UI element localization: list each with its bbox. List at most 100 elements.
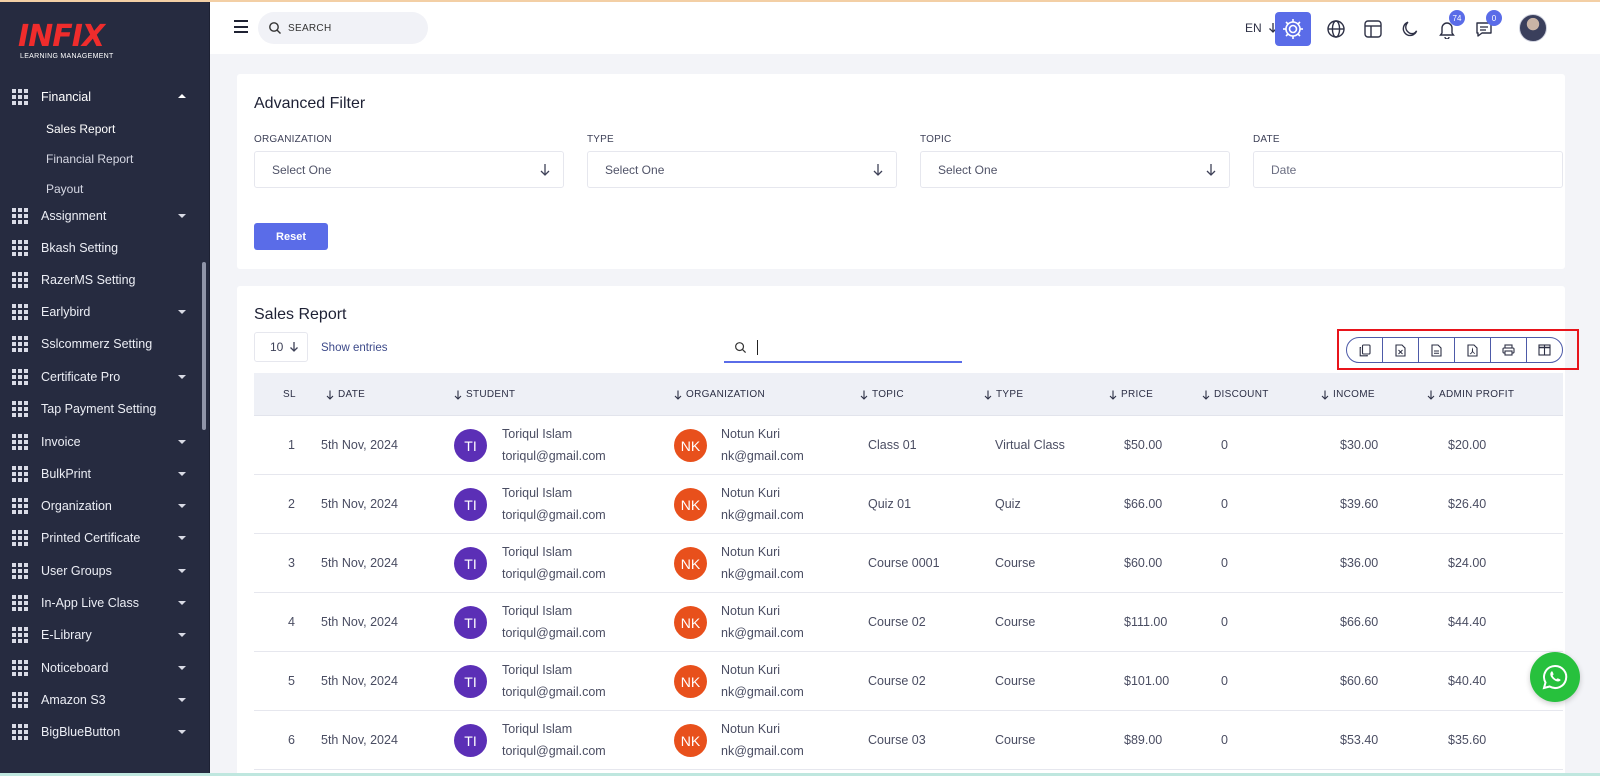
discount-cell: 0 bbox=[1221, 497, 1228, 511]
page-length-select[interactable]: 10 bbox=[254, 332, 308, 362]
topic-select[interactable]: Select One bbox=[920, 151, 1230, 188]
brand-logo[interactable]: INFIX LEARNING MANAGEMENT bbox=[18, 22, 128, 62]
whatsapp-chat-button[interactable] bbox=[1530, 652, 1580, 702]
column-header-date[interactable]: DATE bbox=[326, 389, 365, 400]
sidebar-item-assignment[interactable]: Assignment bbox=[0, 200, 206, 232]
date-input[interactable]: Date bbox=[1253, 151, 1563, 188]
sidebar-item-label: Amazon S3 bbox=[41, 693, 106, 707]
type-select[interactable]: Select One bbox=[587, 151, 897, 188]
website-button[interactable] bbox=[1318, 12, 1354, 46]
search-icon bbox=[735, 342, 747, 354]
column-header-sl[interactable]: SL bbox=[283, 389, 296, 400]
table-header: SL DATE STUDENT ORGANIZATION TOPIC TYPE PRICE D… bbox=[254, 373, 1563, 416]
caret-down-icon bbox=[178, 569, 186, 573]
sidebar-item-bigbluebutton[interactable]: BigBlueButton bbox=[0, 716, 206, 748]
column-header-income[interactable]: INCOME bbox=[1321, 389, 1375, 400]
table-row[interactable]: 5 5th Nov, 2024 TI Toriqul Islam toriqul@gma… bbox=[254, 652, 1563, 711]
date-cell: 5th Nov, 2024 bbox=[321, 615, 398, 629]
organization-select[interactable]: Select One bbox=[254, 151, 564, 188]
price-cell: $50.00 bbox=[1124, 438, 1163, 452]
column-header-admin-profit[interactable]: ADMIN PROFIT bbox=[1427, 389, 1514, 400]
search-icon bbox=[269, 22, 281, 34]
sidebar-item-label: E-Library bbox=[41, 628, 92, 642]
sidebar-item-user-groups[interactable]: User Groups bbox=[0, 555, 206, 587]
table-row[interactable]: 2 5th Nov, 2024 TI Toriqul Islam toriqul@gma… bbox=[254, 475, 1563, 534]
table-row[interactable]: 3 5th Nov, 2024 TI Toriqul Islam toriqul@gma… bbox=[254, 534, 1563, 593]
income-cell: $36.00 bbox=[1340, 556, 1379, 570]
grid-icon bbox=[12, 401, 28, 417]
global-search[interactable] bbox=[258, 12, 428, 44]
column-header-organization[interactable]: ORGANIZATION bbox=[674, 389, 765, 400]
column-header-label: DISCOUNT bbox=[1214, 389, 1269, 400]
sidebar-item-label: BulkPrint bbox=[41, 467, 92, 481]
organization-cell: Notun Kuri nk@gmail.com bbox=[721, 541, 804, 585]
table-row[interactable]: 4 5th Nov, 2024 TI Toriqul Islam toriqul@gma… bbox=[254, 593, 1563, 652]
sidebar-item-financial[interactable]: Financial bbox=[0, 81, 206, 113]
sidebar-item-invoice[interactable]: Invoice bbox=[0, 426, 206, 458]
table-row[interactable]: 1 5th Nov, 2024 TI Toriqul Islam toriqul@gma… bbox=[254, 416, 1563, 475]
income-cell: $66.60 bbox=[1340, 615, 1379, 629]
layout-icon bbox=[1364, 20, 1382, 38]
sidebar-item-bulkprint[interactable]: BulkPrint bbox=[0, 458, 206, 490]
messages-badge: 0 bbox=[1486, 10, 1502, 26]
advanced-filter-title: Advanced Filter bbox=[254, 95, 366, 112]
sort-arrow-icon bbox=[674, 390, 682, 400]
sidebar-scrollbar[interactable] bbox=[202, 262, 206, 430]
sidebar-item-razerms-setting[interactable]: RazerMS Setting bbox=[0, 264, 206, 296]
organization-name: Notun Kuri bbox=[721, 604, 781, 618]
menu-toggle-icon[interactable] bbox=[234, 20, 248, 33]
sidebar-item-sslcommerz-setting[interactable]: Sslcommerz Setting bbox=[0, 328, 206, 360]
notifications-badge: 74 bbox=[1449, 10, 1465, 26]
table-row[interactable]: 6 5th Nov, 2024 TI Toriqul Islam toriqul@gma… bbox=[254, 711, 1563, 770]
sidebar-subitem-sales-report[interactable]: Sales Report bbox=[46, 122, 115, 136]
sidebar-item-noticeboard[interactable]: Noticeboard bbox=[0, 652, 206, 684]
grid-icon bbox=[12, 336, 28, 352]
caret-down-icon bbox=[178, 310, 186, 314]
pdf-button[interactable] bbox=[1455, 338, 1491, 362]
column-header-price[interactable]: PRICE bbox=[1109, 389, 1153, 400]
student-name: Toriqul Islam bbox=[502, 722, 573, 736]
student-email: toriqul@gmail.com bbox=[502, 508, 606, 522]
column-header-topic[interactable]: TOPIC bbox=[860, 389, 904, 400]
column-header-discount[interactable]: DISCOUNT bbox=[1202, 389, 1269, 400]
admin-profit-cell: $20.00 bbox=[1448, 438, 1487, 452]
student-cell: Toriqul Islam toriqul@gmail.com bbox=[502, 541, 606, 585]
user-avatar[interactable] bbox=[1519, 14, 1547, 42]
sidebar-item-amazon-s3[interactable]: Amazon S3 bbox=[0, 684, 206, 716]
sidebar-item-label: BigBlueButton bbox=[41, 725, 121, 739]
notifications-button[interactable]: 74 bbox=[1429, 10, 1465, 46]
topic-cell: Course 03 bbox=[868, 733, 926, 747]
column-header-label: PRICE bbox=[1121, 389, 1154, 400]
copy-button[interactable] bbox=[1347, 338, 1383, 362]
column-visibility-button[interactable] bbox=[1527, 338, 1562, 362]
sidebar-item-earlybird[interactable]: Earlybird bbox=[0, 296, 206, 328]
reset-button[interactable]: Reset bbox=[254, 223, 328, 250]
sidebar-item-label: Bkash Setting bbox=[41, 241, 119, 255]
sidebar-item-in-app-live-class[interactable]: In-App Live Class bbox=[0, 587, 206, 619]
column-header-student[interactable]: STUDENT bbox=[454, 389, 515, 400]
sidebar-item-organization[interactable]: Organization bbox=[0, 490, 206, 522]
table-search-input[interactable] bbox=[724, 334, 962, 363]
column-header-label: STUDENT bbox=[466, 389, 516, 400]
sidebar-item-label: Printed Certificate bbox=[41, 531, 141, 545]
print-button[interactable] bbox=[1491, 338, 1527, 362]
sidebar-item-printed-certificate[interactable]: Printed Certificate bbox=[0, 522, 206, 554]
sidebar-item-tap-payment-setting[interactable]: Tap Payment Setting bbox=[0, 393, 206, 425]
sidebar-subitem-financial-report[interactable]: Financial Report bbox=[46, 152, 133, 166]
dark-mode-toggle[interactable] bbox=[1392, 12, 1428, 46]
layout-button[interactable] bbox=[1355, 12, 1391, 46]
csv-button[interactable] bbox=[1419, 338, 1455, 362]
discount-cell: 0 bbox=[1221, 556, 1228, 570]
excel-button[interactable] bbox=[1383, 338, 1419, 362]
column-header-type[interactable]: TYPE bbox=[984, 389, 1023, 400]
sidebar-item-certificate-pro[interactable]: Certificate Pro bbox=[0, 361, 206, 393]
sidebar-item-e-library[interactable]: E-Library bbox=[0, 619, 206, 651]
global-search-input[interactable] bbox=[288, 22, 408, 34]
messages-button[interactable]: 0 bbox=[1466, 10, 1502, 46]
sidebar-item-bkash-setting[interactable]: Bkash Setting bbox=[0, 232, 206, 264]
language-selector[interactable]: EN bbox=[1245, 21, 1278, 35]
organization-avatar: NK bbox=[674, 547, 707, 580]
organization-email: nk@gmail.com bbox=[721, 508, 804, 522]
settings-chip-button[interactable] bbox=[1275, 12, 1311, 46]
sidebar-subitem-payout[interactable]: Payout bbox=[46, 182, 83, 196]
